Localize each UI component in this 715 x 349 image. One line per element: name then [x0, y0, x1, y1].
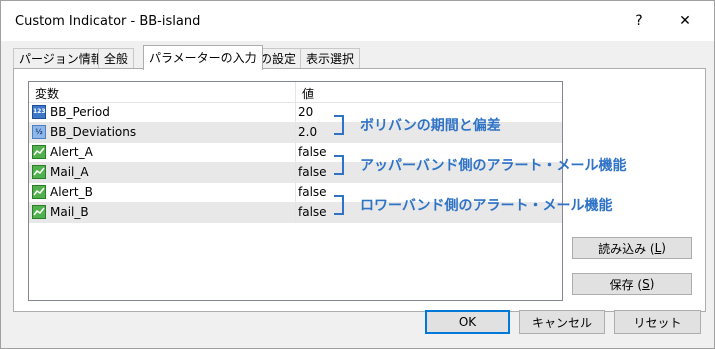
cell-separator: [295, 103, 296, 122]
param-name: Alert_B: [50, 185, 93, 199]
close-button[interactable]: ✕: [669, 9, 701, 33]
cancel-button[interactable]: キャンセル: [519, 310, 605, 334]
parameter-grid[interactable]: 変数 値 123 BB_Period 20 ½ BB_Deviations 2.…: [28, 81, 563, 301]
dialog-window: Custom Indicator - BB-island ? ✕ パージョン情報…: [0, 0, 715, 349]
cell-separator: [295, 203, 296, 222]
param-name: Mail_B: [50, 205, 89, 219]
load-hotkey: L: [654, 241, 662, 255]
reset-button[interactable]: リセット: [614, 310, 701, 334]
header-variable[interactable]: 変数: [35, 85, 59, 102]
bool-icon: [32, 185, 46, 199]
tab-parameters[interactable]: パラメーターの入力: [143, 45, 263, 70]
double-icon: ½: [32, 125, 46, 139]
annotation-lower-alerts: ロワーバンド側のアラート・メール機能: [360, 198, 613, 214]
param-name: Alert_A: [50, 145, 93, 159]
bool-icon: [32, 165, 46, 179]
annotation-brace: [334, 115, 344, 135]
cell-separator: [295, 143, 296, 162]
header-value[interactable]: 値: [302, 85, 314, 102]
save-button[interactable]: 保存 (S): [572, 273, 692, 295]
param-value[interactable]: false: [298, 165, 327, 179]
window-title: Custom Indicator - BB-island: [15, 14, 201, 29]
grid-header: 変数 値: [29, 82, 562, 103]
annotation-brace: [334, 195, 344, 215]
param-value[interactable]: false: [298, 185, 327, 199]
param-value[interactable]: 20: [298, 105, 313, 119]
header-separator: [295, 82, 296, 102]
annotation-period-deviation: ボリバンの期間と偏差: [360, 118, 501, 134]
cell-separator: [295, 183, 296, 202]
save-tail: ): [649, 277, 655, 291]
save-hotkey: S: [642, 277, 650, 291]
cell-separator: [295, 123, 296, 142]
bool-icon: [32, 145, 46, 159]
tab-version-info[interactable]: パージョン情報: [13, 48, 109, 69]
ok-button[interactable]: OK: [425, 310, 510, 334]
annotation-upper-alerts: アッパーバンド側のアラート・メール機能: [360, 158, 627, 174]
annotation-brace: [334, 155, 344, 175]
load-button[interactable]: 読み込み (L): [572, 237, 692, 259]
param-name: BB_Deviations: [50, 125, 137, 139]
param-value[interactable]: false: [298, 145, 327, 159]
tab-panel: 変数 値 123 BB_Period 20 ½ BB_Deviations 2.…: [13, 68, 706, 312]
save-label: 保存 (: [609, 277, 643, 292]
help-button[interactable]: ?: [623, 9, 655, 33]
integer-icon: 123: [32, 105, 46, 119]
bool-icon: [32, 205, 46, 219]
title-bar: Custom Indicator - BB-island ? ✕: [1, 1, 714, 41]
tab-general[interactable]: 全般: [98, 48, 135, 69]
param-name: Mail_A: [50, 165, 89, 179]
load-label: 読み込み (: [598, 241, 655, 256]
param-name: BB_Period: [50, 105, 110, 119]
load-tail: ): [661, 241, 666, 255]
param-value[interactable]: 2.0: [298, 125, 317, 139]
tab-visualization[interactable]: 表示選択: [300, 48, 361, 69]
param-value[interactable]: false: [298, 205, 327, 219]
cell-separator: [295, 163, 296, 182]
